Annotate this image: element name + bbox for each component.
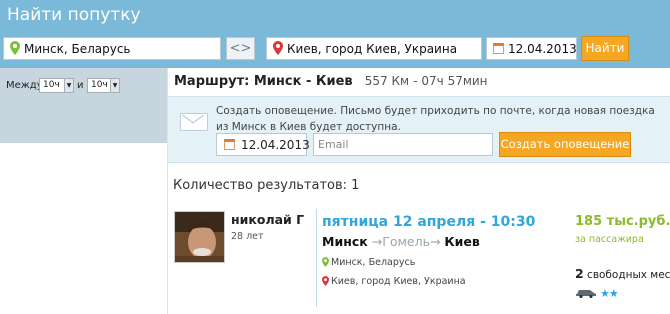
route-label: Маршрут: Минск - Киев [174, 74, 353, 89]
trip-card[interactable]: николай Г 28 лет пятница 12 апреля - 10:… [168, 200, 670, 310]
chevron-down-icon: ▼ [64, 79, 73, 92]
alert-panel: Создать оповещение. Письмо будет приходи… [168, 96, 670, 163]
map-pin-green-icon [322, 257, 329, 267]
time-to-value: 10ч [91, 80, 108, 90]
trip-via-city: Гомель [382, 234, 430, 249]
to-city-value: Киев, город Киев, Украина [287, 42, 458, 56]
trip-from-city: Минск [322, 234, 368, 249]
between-label: Между [6, 80, 43, 91]
swap-cities-button[interactable]: <> [226, 37, 255, 60]
arrow-right-icon: → [429, 234, 441, 249]
seats-count: 2 [575, 266, 584, 281]
time-from-value: 10ч [43, 80, 60, 90]
calendar-icon [493, 43, 504, 54]
to-city-input[interactable]: Киев, город Киев, Украина [266, 37, 482, 60]
route-duration: 07ч 57мин [421, 74, 488, 88]
find-button[interactable]: Найти [581, 36, 629, 61]
car-icon [576, 290, 596, 298]
map-pin-red-icon [322, 276, 329, 286]
time-from-select[interactable]: 10ч ▼ [39, 78, 74, 93]
map-pin-red-icon [273, 41, 283, 55]
trip-price: 185 тыс.руб. [575, 214, 670, 229]
alert-description: Создать оповещение. Письмо будет приходи… [216, 105, 655, 133]
results-count: Количество результатов: 1 [173, 178, 360, 193]
dropoff-point: Киев, город Киев, Украина [322, 276, 466, 287]
calendar-icon [224, 139, 235, 150]
trip-datetime[interactable]: пятница 12 апреля - 10:30 [322, 214, 535, 230]
route-summary: Маршрут: Минск - Киев 557 Км - 07ч 57мин [174, 74, 488, 89]
arrow-right-icon: → [371, 234, 383, 249]
envelope-icon [180, 113, 208, 131]
map-pin-green-icon [10, 41, 20, 55]
filter-sidebar: Между 10ч ▼ и 10ч ▼ [0, 68, 167, 143]
date-input[interactable]: 12.04.2013 [486, 37, 577, 60]
page-title: Найти попутку [7, 5, 141, 25]
from-city-value: Минск, Беларусь [24, 42, 131, 56]
and-label: и [77, 80, 84, 91]
driver-name[interactable]: николай Г [231, 212, 304, 227]
top-search-bar: Найти попутку Минск, Беларусь <> Киев, г… [0, 0, 670, 68]
from-city-input[interactable]: Минск, Беларусь [3, 37, 221, 60]
driver-age: 28 лет [231, 231, 264, 242]
seats-label: свободных мест [587, 269, 670, 281]
chevron-down-icon: ▼ [110, 79, 119, 92]
create-alert-button[interactable]: Создать оповещение [499, 132, 631, 157]
pickup-point: Минск, Беларусь [322, 257, 415, 268]
rating-stars: ★★ [600, 287, 619, 300]
price-note: за пассажира [575, 234, 644, 245]
trip-route: Минск →Гомель→ Киев [322, 234, 480, 249]
free-seats: 2 свободных мест [575, 266, 670, 281]
pickup-point-label: Минск, Беларусь [331, 257, 416, 268]
email-field[interactable]: Email [313, 133, 493, 156]
route-distance: 557 Км [364, 74, 410, 88]
time-to-select[interactable]: 10ч ▼ [87, 78, 120, 93]
alert-date-value: 12.04.2013 [241, 138, 310, 152]
avatar[interactable] [174, 211, 225, 263]
date-value: 12.04.2013 [508, 42, 577, 56]
alert-date-input[interactable]: 12.04.2013 [216, 133, 310, 156]
trip-to-city: Киев [444, 234, 480, 249]
dropoff-point-label: Киев, город Киев, Украина [331, 276, 466, 287]
card-divider [316, 209, 317, 307]
